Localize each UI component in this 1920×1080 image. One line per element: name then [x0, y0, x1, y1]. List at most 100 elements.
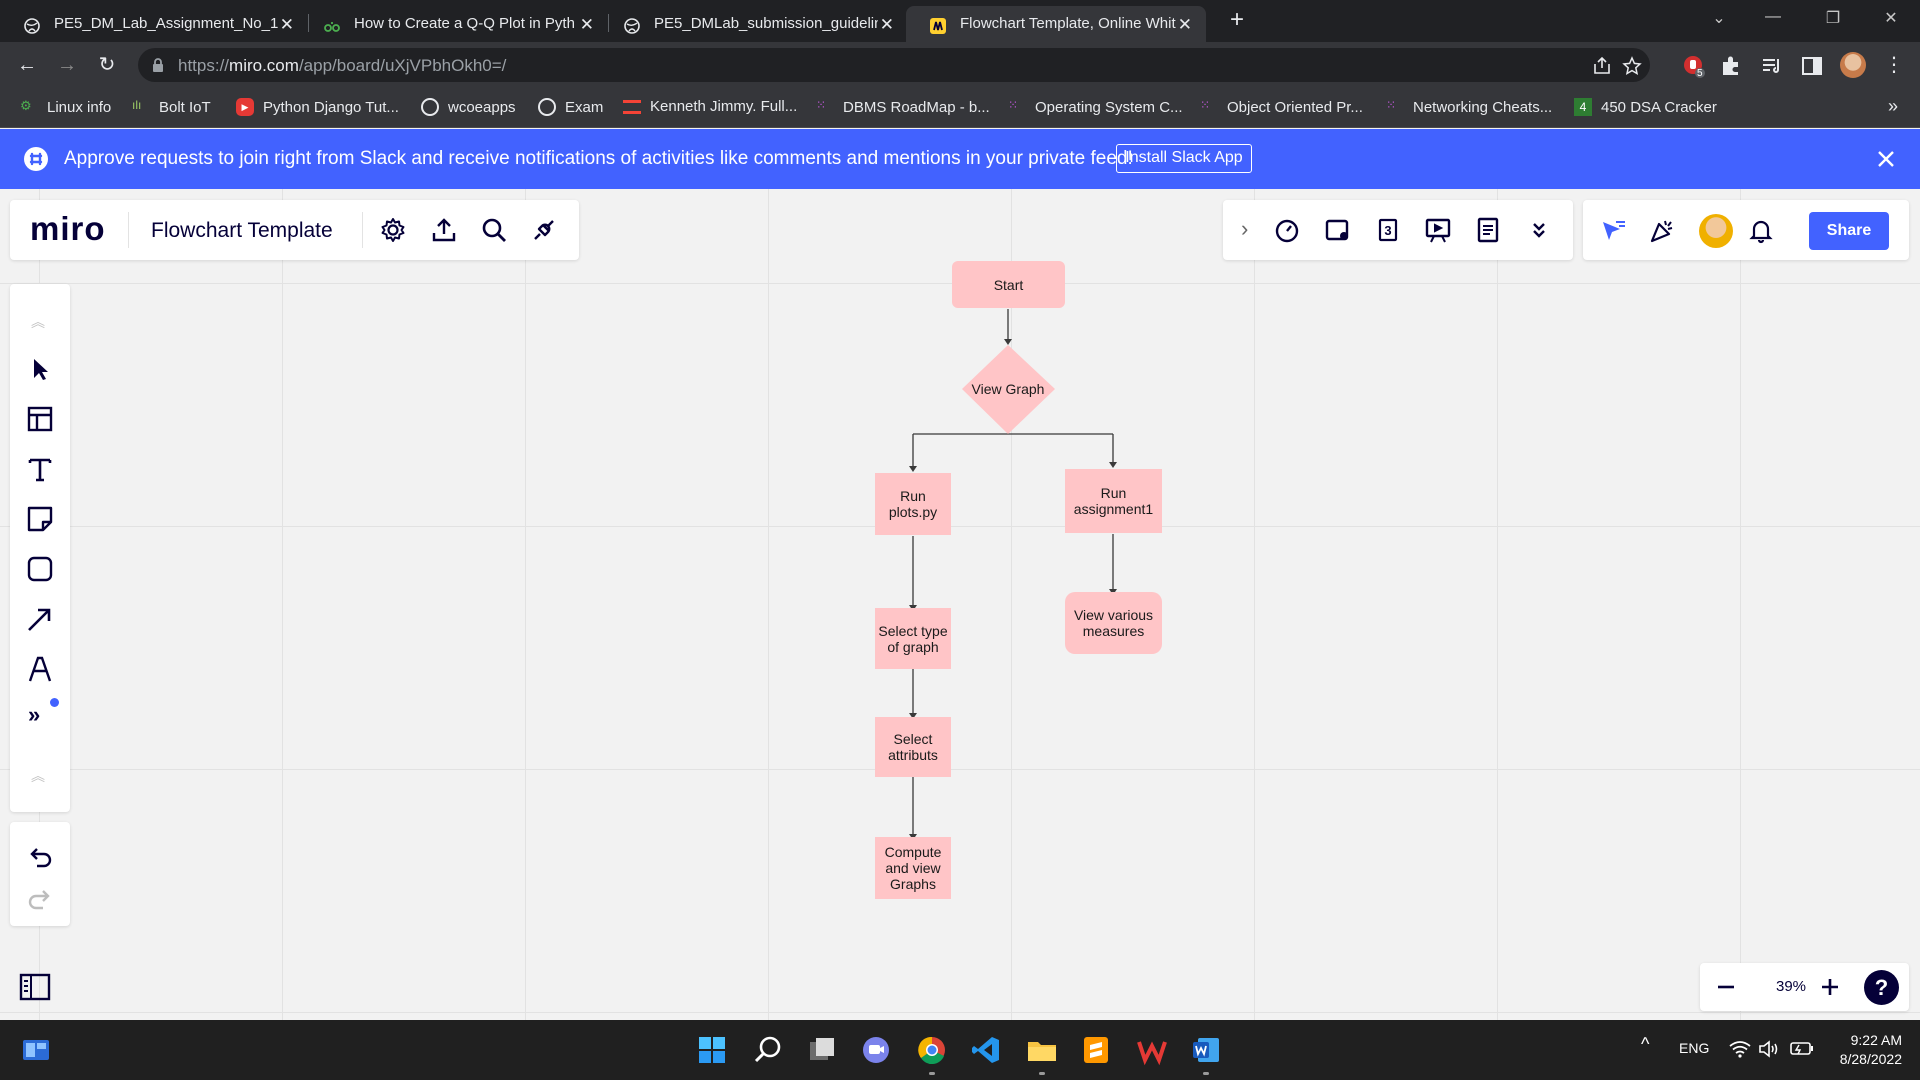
search-icon[interactable]	[480, 216, 508, 244]
share-page-icon[interactable]	[1592, 56, 1612, 76]
flow-node-run-assignment[interactable]: Run assignment1	[1065, 469, 1162, 533]
counter-icon[interactable]: 3	[1374, 216, 1402, 244]
side-panel-icon[interactable]	[1800, 54, 1824, 78]
chrome-icon[interactable]	[916, 1034, 948, 1066]
browser-tab[interactable]: PE5_DM_Lab_Assignment_No_1.p ✕	[0, 6, 308, 42]
zoom-level[interactable]: 39%	[1776, 978, 1806, 995]
sticky-note-icon[interactable]	[25, 504, 55, 534]
text-tool-icon[interactable]	[25, 454, 55, 484]
more-tools-icon[interactable]: »	[28, 702, 40, 728]
back-button[interactable]: ←	[13, 51, 41, 79]
close-tab-icon[interactable]: ✕	[1178, 15, 1192, 35]
media-queue-icon[interactable]	[1760, 54, 1784, 78]
teams-chat-icon[interactable]	[860, 1034, 892, 1066]
vscode-icon[interactable]	[970, 1034, 1002, 1066]
file-explorer-icon[interactable]	[1026, 1034, 1058, 1066]
reload-button[interactable]: ↻	[93, 51, 121, 79]
flow-node-compute-graphs[interactable]: Compute and view Graphs	[875, 837, 951, 899]
bookmark-item[interactable]: wcoeapps	[421, 98, 516, 116]
templates-icon[interactable]	[25, 404, 55, 434]
browser-tab-active[interactable]: Flowchart Template, Online Whit ✕	[906, 6, 1206, 42]
celebrate-icon[interactable]	[1649, 216, 1677, 244]
zoom-in-icon[interactable]	[1818, 975, 1842, 999]
flow-node-view-graph[interactable]: View Graph	[970, 369, 1046, 409]
close-tab-icon[interactable]: ✕	[580, 15, 594, 35]
bookmark-item[interactable]: Kenneth Jimmy. Full...	[623, 98, 797, 115]
pen-tool-icon[interactable]	[25, 654, 55, 684]
start-windows-icon[interactable]	[696, 1034, 728, 1066]
show-hidden-icons[interactable]: ^	[1641, 1034, 1649, 1055]
board-title[interactable]: Flowchart Template	[151, 219, 333, 243]
help-button[interactable]: ?	[1864, 970, 1899, 1005]
volume-icon[interactable]	[1758, 1039, 1780, 1059]
apps-plug-icon[interactable]	[530, 216, 558, 244]
bookmark-item[interactable]: ⁙ Networking Cheats...	[1386, 98, 1552, 116]
browser-tab[interactable]: How to Create a Q-Q Plot in Pyth ✕	[300, 6, 608, 42]
expand-chevron-icon[interactable]: ›	[1241, 216, 1248, 242]
minimize-button[interactable]: —	[1758, 8, 1788, 26]
battery-icon[interactable]	[1790, 1041, 1814, 1057]
install-slack-button[interactable]: Install Slack App	[1116, 144, 1252, 173]
bookmark-item[interactable]: 4 450 DSA Cracker	[1574, 98, 1717, 116]
flow-node-select-attributes[interactable]: Select attributs	[875, 717, 951, 777]
connector-arrow-icon[interactable]	[25, 604, 55, 634]
bookmark-item[interactable]: ▶ Python Django Tut...	[236, 98, 399, 116]
close-tab-icon[interactable]: ✕	[280, 15, 294, 35]
undo-icon[interactable]	[25, 842, 55, 872]
profile-avatar[interactable]	[1840, 52, 1866, 78]
share-button[interactable]: Share	[1809, 212, 1889, 250]
timer-icon[interactable]	[1273, 216, 1301, 244]
settings-gear-icon[interactable]	[379, 216, 407, 244]
bookmark-star-icon[interactable]	[1622, 56, 1642, 76]
collapse-up-icon[interactable]: ︽	[31, 312, 45, 332]
flow-node-start[interactable]: Start	[952, 261, 1065, 308]
word-icon[interactable]	[1190, 1034, 1222, 1066]
close-icon[interactable]	[1874, 144, 1898, 174]
bookmark-item[interactable]: ⁙ Operating System C...	[1008, 98, 1183, 116]
widgets-icon[interactable]	[20, 1034, 52, 1066]
wifi-icon[interactable]	[1729, 1040, 1751, 1058]
flow-node-view-measures[interactable]: View various measures	[1065, 592, 1162, 654]
task-view-icon[interactable]	[806, 1034, 838, 1066]
collapse-down-icon[interactable]: ︽	[31, 766, 45, 786]
sublime-text-icon[interactable]	[1080, 1034, 1112, 1066]
zoom-out-icon[interactable]	[1714, 975, 1738, 999]
shape-tool-icon[interactable]	[25, 554, 55, 584]
address-bar[interactable]: https://miro.com/app/board/uXjVPbhOkh0=/	[138, 48, 1650, 82]
language-indicator[interactable]: ENG	[1679, 1040, 1709, 1056]
miro-logo[interactable]: miro	[30, 210, 106, 248]
bookmark-item[interactable]: Exam	[538, 98, 603, 116]
forward-button[interactable]: →	[53, 51, 81, 79]
avatar[interactable]	[1699, 214, 1733, 248]
bookmark-item[interactable]: ⁙ Object Oriented Pr...	[1200, 98, 1363, 116]
flow-node-run-plots[interactable]: Run plots.py	[875, 473, 951, 535]
browser-tab[interactable]: PE5_DMLab_submission_guidelin ✕	[600, 6, 908, 42]
system-clock[interactable]: 9:22 AM 8/28/2022	[1826, 1031, 1902, 1069]
bookmark-item[interactable]: ⁙ DBMS RoadMap - b...	[816, 98, 990, 116]
upload-icon[interactable]	[430, 216, 458, 244]
extensions-puzzle-icon[interactable]	[1719, 54, 1743, 78]
video-call-icon[interactable]	[1324, 216, 1352, 244]
bookmark-item[interactable]: ılı Bolt IoT	[132, 98, 211, 116]
presentation-icon[interactable]	[1424, 216, 1452, 244]
select-cursor-icon[interactable]	[25, 354, 55, 384]
tab-search-icon[interactable]: ⌄	[1704, 8, 1734, 28]
cursor-visibility-icon[interactable]	[1599, 216, 1627, 244]
new-tab-button[interactable]: +	[1222, 6, 1252, 36]
more-bookmarks-icon[interactable]: »	[1888, 96, 1898, 117]
clock-time: 9:22 AM	[1850, 1032, 1902, 1048]
search-icon[interactable]	[752, 1034, 784, 1066]
bookmark-item[interactable]: ⚙ Linux info	[20, 98, 111, 116]
close-tab-icon[interactable]: ✕	[880, 15, 894, 35]
board-canvas[interactable]: Start View Graph Run plots.py Run assign…	[0, 189, 1920, 1020]
notes-icon[interactable]	[1474, 216, 1502, 244]
flow-node-select-graph[interactable]: Select type of graph	[875, 608, 951, 669]
more-chevrons-icon[interactable]	[1525, 216, 1553, 244]
notifications-bell-icon[interactable]	[1747, 216, 1775, 244]
restore-button[interactable]: ❐	[1818, 8, 1848, 28]
browser-menu-icon[interactable]: ⋮	[1884, 52, 1904, 77]
close-window-button[interactable]: ✕	[1876, 8, 1906, 28]
redo-icon[interactable]	[25, 884, 55, 914]
board-sidebar-icon[interactable]	[18, 970, 52, 1004]
wps-office-icon[interactable]	[1136, 1034, 1168, 1066]
